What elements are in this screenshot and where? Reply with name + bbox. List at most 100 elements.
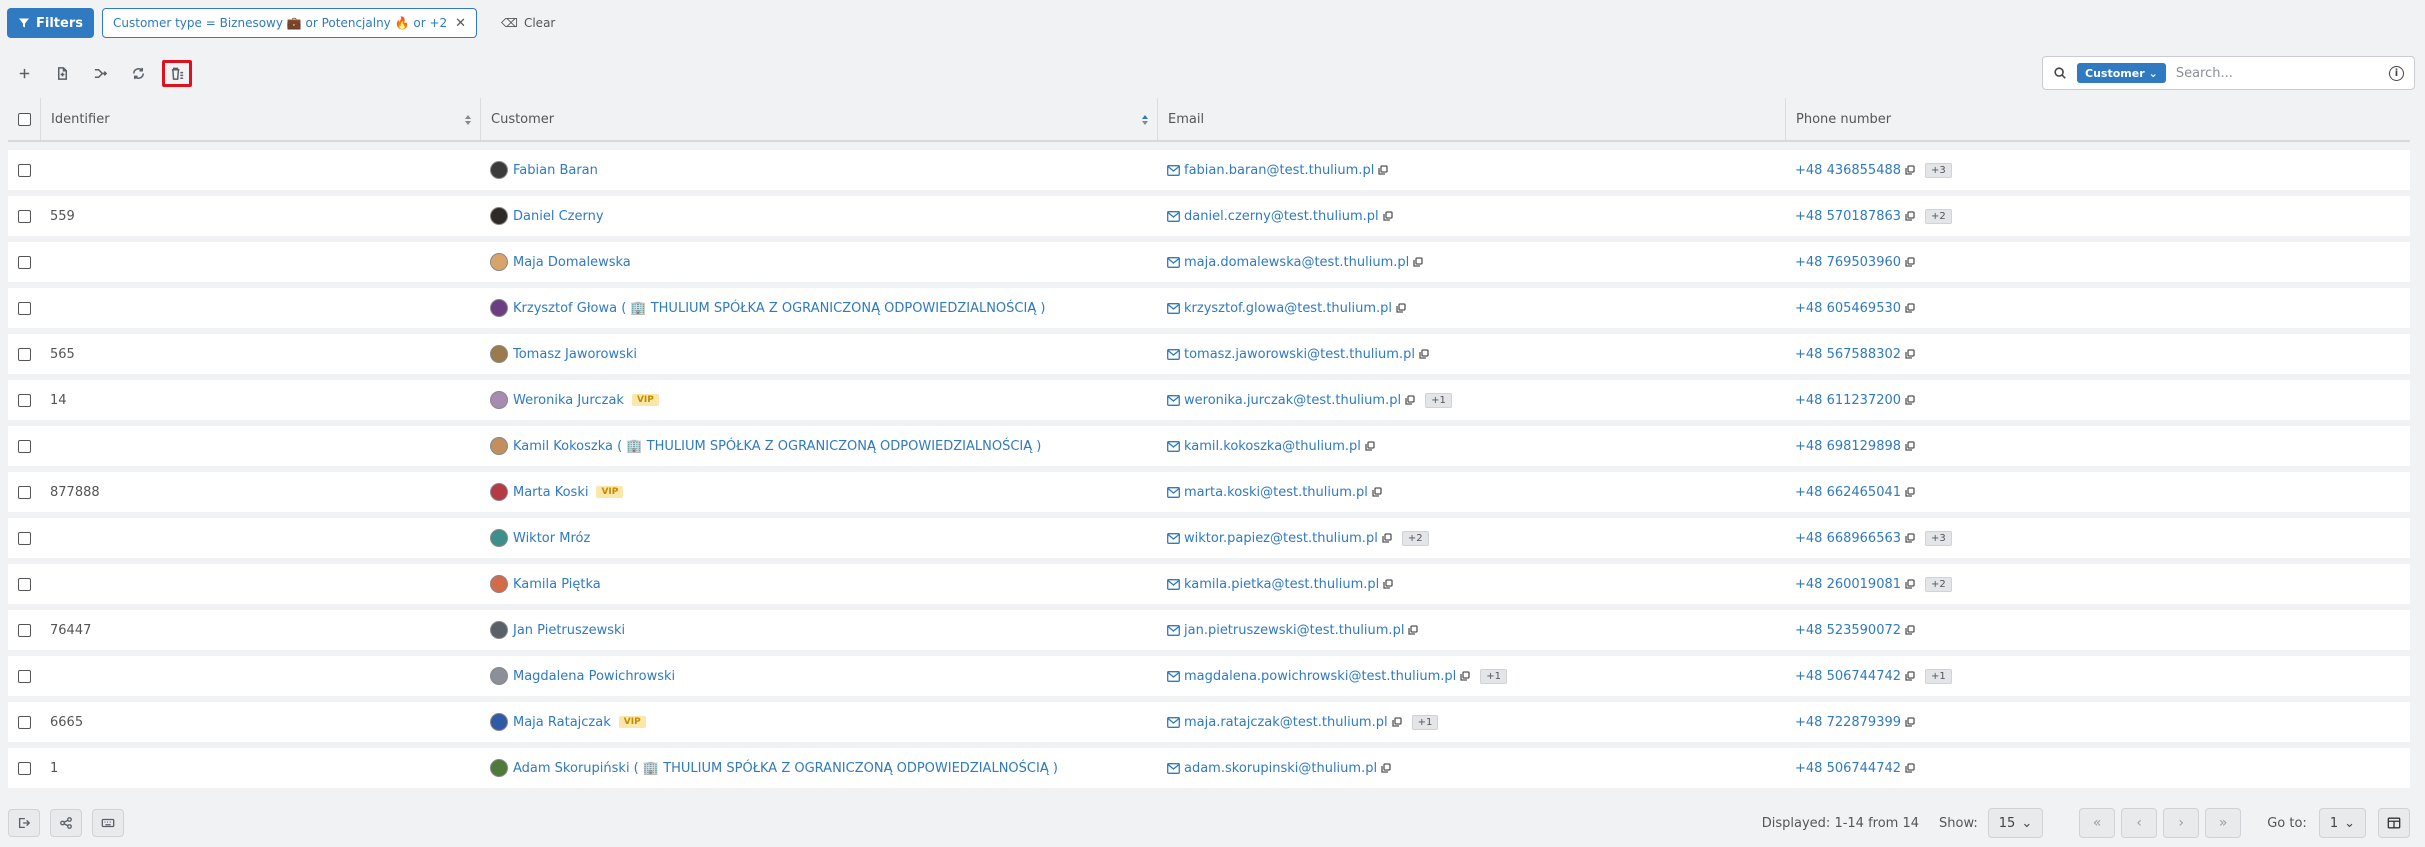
copy-icon[interactable] <box>1460 671 1470 681</box>
prev-page-button[interactable]: ‹ <box>2121 808 2158 838</box>
email-link[interactable]: maja.ratajczak@test.thulium.pl <box>1184 715 1388 730</box>
table-row[interactable]: Kamila Piętka kamila.pietka@test.thulium.… <box>8 564 2410 604</box>
copy-icon[interactable] <box>1396 303 1406 313</box>
copy-icon[interactable] <box>1905 211 1915 221</box>
email-link[interactable]: kamila.pietka@test.thulium.pl <box>1184 577 1379 592</box>
customer-link[interactable]: Kamila Piętka <box>513 577 601 592</box>
customer-link[interactable]: Adam Skorupiński ( 🏢 THULIUM SPÓŁKA Z OG… <box>513 761 1058 776</box>
customer-link[interactable]: Daniel Czerny <box>513 209 604 224</box>
search-type-dropdown[interactable]: Customer ⌄ <box>2077 63 2166 83</box>
copy-icon[interactable] <box>1905 717 1915 727</box>
email-link[interactable]: kamil.kokoszka@thulium.pl <box>1184 439 1361 454</box>
more-phones-badge[interactable]: +3 <box>1925 162 1952 178</box>
copy-icon[interactable] <box>1381 763 1391 773</box>
email-link[interactable]: krzysztof.glowa@test.thulium.pl <box>1184 301 1392 316</box>
table-row[interactable]: 877888 Marta Koski VIP marta.koski@test.thu… <box>8 472 2410 512</box>
copy-icon[interactable] <box>1905 395 1915 405</box>
customer-link[interactable]: Marta Koski <box>513 485 588 500</box>
table-row[interactable]: Magdalena Powichrowski magdalena.powichro… <box>8 656 2410 696</box>
bulk-delete-button[interactable] <box>162 59 192 87</box>
goto-page-select[interactable]: 1 ⌄ <box>2318 808 2366 838</box>
row-checkbox[interactable] <box>17 347 31 361</box>
phone-link[interactable]: +48 662465041 <box>1795 485 1901 500</box>
phone-link[interactable]: +48 668966563 <box>1795 531 1901 546</box>
copy-icon[interactable] <box>1905 763 1915 773</box>
phone-link[interactable]: +48 605469530 <box>1795 301 1901 316</box>
table-row[interactable]: 559 Daniel Czerny daniel.czerny@test.thuli… <box>8 196 2410 236</box>
table-row[interactable]: 1 Adam Skorupiński ( 🏢 THULIUM SPÓŁKA Z O… <box>8 748 2410 788</box>
page-size-select[interactable]: 15 ⌄ <box>1987 808 2044 838</box>
customer-link[interactable]: Jan Pietruszewski <box>513 623 625 638</box>
clear-filters-button[interactable]: ⌫ Clear <box>491 8 565 38</box>
remove-filter-icon[interactable]: ✕ <box>455 16 466 31</box>
first-page-button[interactable]: « <box>2079 808 2116 838</box>
copy-icon[interactable] <box>1905 165 1915 175</box>
copy-icon[interactable] <box>1378 165 1388 175</box>
row-checkbox[interactable] <box>17 439 31 453</box>
phone-link[interactable]: +48 506744742 <box>1795 669 1901 684</box>
customer-link[interactable]: Wiktor Mróz <box>513 531 590 546</box>
email-link[interactable]: wiktor.papiez@test.thulium.pl <box>1184 531 1378 546</box>
row-checkbox[interactable] <box>17 577 31 591</box>
copy-icon[interactable] <box>1383 579 1393 589</box>
copy-icon[interactable] <box>1408 625 1419 635</box>
table-row[interactable]: 76447 Jan Pietruszewski jan.pietruszewski@… <box>8 610 2410 650</box>
copy-icon[interactable] <box>1905 579 1915 589</box>
email-link[interactable]: adam.skorupinski@thulium.pl <box>1184 761 1377 776</box>
table-row[interactable]: 14 Weronika Jurczak VIP weronika.jurczak@te… <box>8 380 2410 420</box>
phone-link[interactable]: +48 722879399 <box>1795 715 1901 730</box>
phone-link[interactable]: +48 769503960 <box>1795 255 1901 270</box>
copy-icon[interactable] <box>1905 533 1915 543</box>
copy-icon[interactable] <box>1365 441 1375 451</box>
phone-link[interactable]: +48 260019081 <box>1795 577 1901 592</box>
row-checkbox[interactable] <box>17 623 31 637</box>
header-email[interactable]: Email <box>1157 98 1785 140</box>
table-row[interactable]: 6665 Maja Ratajczak VIP maja.ratajczak@test… <box>8 702 2410 742</box>
customer-link[interactable]: Fabian Baran <box>513 163 598 178</box>
table-row[interactable]: Maja Domalewska maja.domalewska@test.thul… <box>8 242 2410 282</box>
email-link[interactable]: magdalena.powichrowski@test.thulium.pl <box>1184 669 1456 684</box>
more-emails-badge[interactable]: +1 <box>1425 392 1452 408</box>
column-settings-button[interactable] <box>2378 808 2410 838</box>
phone-link[interactable]: +48 570187863 <box>1795 209 1901 224</box>
more-phones-badge[interactable]: +3 <box>1925 530 1952 546</box>
add-button[interactable] <box>10 59 38 87</box>
row-checkbox[interactable] <box>17 715 31 729</box>
import-button[interactable] <box>48 59 76 87</box>
copy-icon[interactable] <box>1905 349 1915 359</box>
row-checkbox[interactable] <box>17 393 31 407</box>
search-input[interactable] <box>2175 65 2379 81</box>
customer-link[interactable]: Weronika Jurczak <box>513 393 624 408</box>
more-phones-badge[interactable]: +2 <box>1925 208 1952 224</box>
customer-link[interactable]: Krzysztof Głowa ( 🏢 THULIUM SPÓŁKA Z OGR… <box>513 301 1045 316</box>
more-phones-badge[interactable]: +1 <box>1925 668 1952 684</box>
row-checkbox[interactable] <box>17 255 31 269</box>
phone-link[interactable]: +48 611237200 <box>1795 393 1901 408</box>
keyboard-shortcuts-button[interactable] <box>92 809 124 837</box>
customer-link[interactable]: Maja Ratajczak <box>513 715 611 730</box>
next-page-button[interactable]: › <box>2163 808 2200 838</box>
customer-link[interactable]: Maja Domalewska <box>513 255 631 270</box>
email-link[interactable]: maja.domalewska@test.thulium.pl <box>1184 255 1409 270</box>
copy-icon[interactable] <box>1905 625 1915 635</box>
more-emails-badge[interactable]: +2 <box>1401 530 1429 546</box>
active-filter-chip[interactable]: Customer type = Biznesowy 💼 or Potencjal… <box>102 8 477 38</box>
select-all-checkbox[interactable] <box>17 112 31 126</box>
copy-icon[interactable] <box>1382 211 1393 221</box>
table-row[interactable]: Fabian Baran fabian.baran@test.thulium.pl… <box>8 150 2410 190</box>
copy-icon[interactable] <box>1905 487 1915 497</box>
row-checkbox[interactable] <box>17 209 31 223</box>
customer-link[interactable]: Kamil Kokoszka ( 🏢 THULIUM SPÓŁKA Z OGRA… <box>513 439 1041 454</box>
last-page-button[interactable]: » <box>2205 808 2242 838</box>
phone-link[interactable]: +48 698129898 <box>1795 439 1901 454</box>
email-link[interactable]: fabian.baran@test.thulium.pl <box>1184 163 1374 178</box>
phone-link[interactable]: +48 506744742 <box>1795 761 1901 776</box>
info-icon[interactable]: i <box>2389 65 2404 81</box>
copy-icon[interactable] <box>1405 395 1415 405</box>
row-checkbox[interactable] <box>17 531 31 545</box>
more-phones-badge[interactable]: +2 <box>1925 576 1952 592</box>
merge-button[interactable] <box>86 59 114 87</box>
row-checkbox[interactable] <box>17 761 31 775</box>
email-link[interactable]: marta.koski@test.thulium.pl <box>1184 485 1368 500</box>
header-identifier[interactable]: Identifier <box>40 98 480 140</box>
